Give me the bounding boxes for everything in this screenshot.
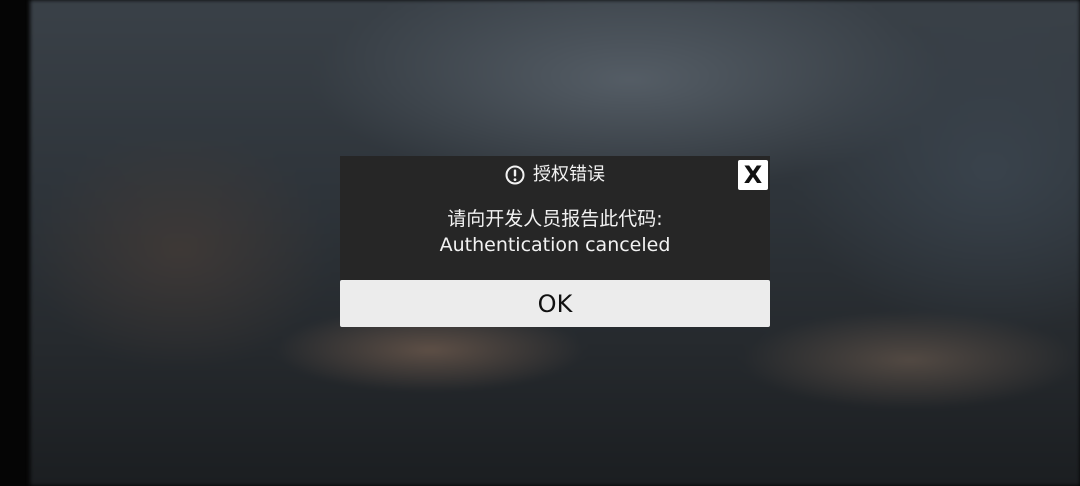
ok-button-label: OK [537,289,573,318]
message-line-2: Authentication canceled [439,234,671,256]
left-edge-strip [0,0,30,486]
dialog-title: 授权错误 [533,164,605,185]
game-screen: 授权错误 X 请向开发人员报告此代码: Authentication cance… [0,0,1080,486]
close-icon: X [743,161,763,189]
dialog-body: 授权错误 X 请向开发人员报告此代码: Authentication cance… [340,156,770,280]
close-button[interactable]: X [738,160,768,190]
auth-error-dialog: 授权错误 X 请向开发人员报告此代码: Authentication cance… [340,156,770,328]
message-line-1: 请向开发人员报告此代码: [447,208,663,230]
ok-button[interactable]: OK [340,280,770,327]
alert-circle-icon [505,165,525,185]
dialog-message: 请向开发人员报告此代码: Authentication canceled [340,206,770,258]
dialog-title-row: 授权错误 [340,164,770,186]
